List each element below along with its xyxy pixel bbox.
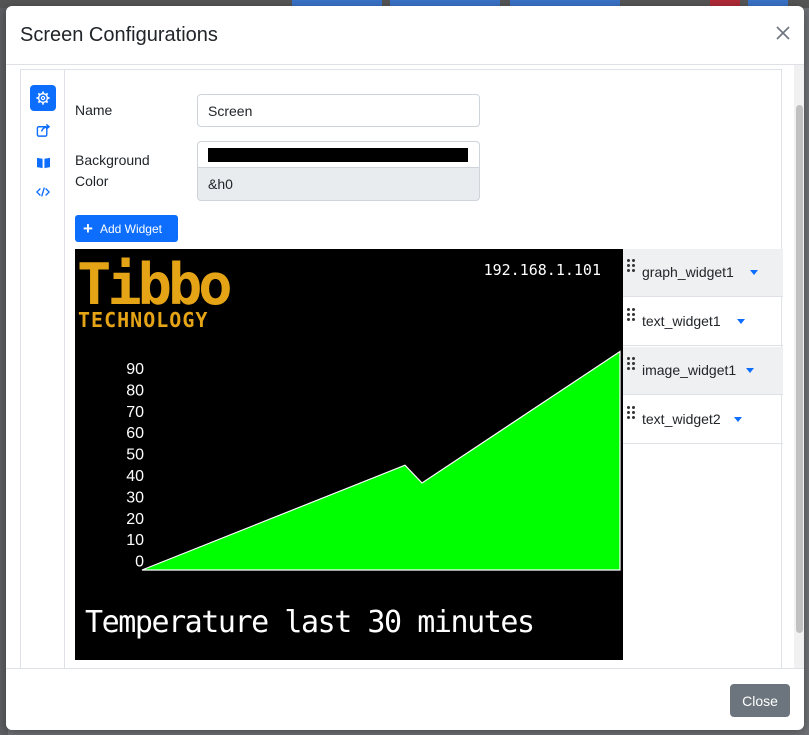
add-widget-button[interactable]: + Add Widget [75, 215, 178, 242]
chart-area-series [141, 350, 621, 571]
y-tick-label: 40 [126, 468, 144, 485]
close-button[interactable]: Close [730, 684, 790, 717]
drag-handle-icon[interactable] [627, 357, 637, 373]
side-nav [21, 70, 65, 668]
chart-y-axis: 90 80 70 60 50 40 30 20 10 0 [126, 361, 144, 571]
drag-handle-icon[interactable] [627, 308, 637, 324]
background-color-hex: &h0 [197, 168, 480, 201]
add-widget-label: Add Widget [99, 221, 162, 236]
background-color-label-line2: Color [75, 173, 109, 189]
widget-name: text_widget2 [642, 411, 721, 427]
caret-down-icon[interactable] [737, 319, 745, 324]
widget-row[interactable]: graph_widget1 [623, 249, 783, 297]
background-color-picker[interactable] [197, 141, 480, 168]
y-tick-label: 20 [126, 511, 144, 528]
chart-caption: Temperature last 30 minutes [85, 605, 535, 640]
name-input-value: Screen [208, 102, 253, 119]
y-tick-label: 10 [126, 532, 144, 549]
y-tick-label: 90 [126, 361, 144, 378]
modal-body: Name Screen Background Color &h0 + Add W… [6, 65, 804, 668]
side-nav-settings[interactable] [30, 85, 56, 111]
background-color-label-line1: Background [75, 152, 150, 168]
y-tick-label: 0 [135, 554, 144, 571]
caret-down-icon[interactable] [746, 368, 754, 373]
plus-icon: + [83, 219, 93, 238]
scrollbar-thumb[interactable] [796, 105, 803, 633]
widget-row[interactable]: image_widget1 [623, 347, 783, 395]
side-nav-share[interactable] [30, 117, 56, 143]
name-input[interactable]: Screen [197, 94, 480, 127]
screen-preview: Tibbo TECHNOLOGY 192.168.1.101 90 80 70 60 5… [75, 249, 623, 660]
background-color-label: Background Color [75, 150, 150, 192]
caret-down-icon[interactable] [734, 417, 742, 422]
name-label: Name [75, 102, 113, 118]
widget-name: image_widget1 [642, 362, 737, 378]
widget-row[interactable]: text_widget1 [623, 298, 783, 346]
gear-icon [36, 91, 50, 105]
y-tick-label: 50 [126, 447, 144, 464]
caret-down-icon[interactable] [750, 270, 758, 275]
y-tick-label: 70 [126, 404, 144, 421]
drag-handle-icon[interactable] [627, 259, 637, 275]
tibbo-logo-subtext: TECHNOLOGY [78, 308, 208, 332]
modal-header: Screen Configurations [6, 6, 804, 65]
widget-row[interactable]: text_widget2 [623, 396, 783, 444]
background-color-swatch [208, 148, 468, 162]
share-icon [36, 123, 50, 137]
close-icon[interactable] [774, 24, 792, 42]
config-panel: Name Screen Background Color &h0 + Add W… [20, 69, 783, 668]
y-tick-label: 60 [126, 425, 144, 442]
drag-handle-icon[interactable] [627, 406, 637, 422]
y-tick-label: 80 [126, 382, 144, 399]
ip-address-text: 192.168.1.101 [484, 261, 601, 279]
widget-list: graph_widget1 text_widget1 image_widget1te… [623, 249, 783, 449]
modal-footer: Close [6, 668, 804, 730]
widget-name: graph_widget1 [642, 264, 734, 280]
widget-name: text_widget1 [642, 313, 721, 329]
screen-canvas: Tibbo TECHNOLOGY 192.168.1.101 908070605… [77, 252, 621, 640]
y-tick-label: 30 [126, 489, 144, 506]
screen-configurations-modal: Screen Configurations Name Screen Backgr… [6, 6, 804, 730]
side-nav-code[interactable] [30, 179, 56, 205]
modal-title: Screen Configurations [20, 24, 218, 46]
background-color-hex-value: &h0 [208, 176, 233, 192]
book-icon [36, 157, 50, 168]
code-icon [36, 187, 50, 197]
side-nav-docs[interactable] [30, 149, 56, 175]
